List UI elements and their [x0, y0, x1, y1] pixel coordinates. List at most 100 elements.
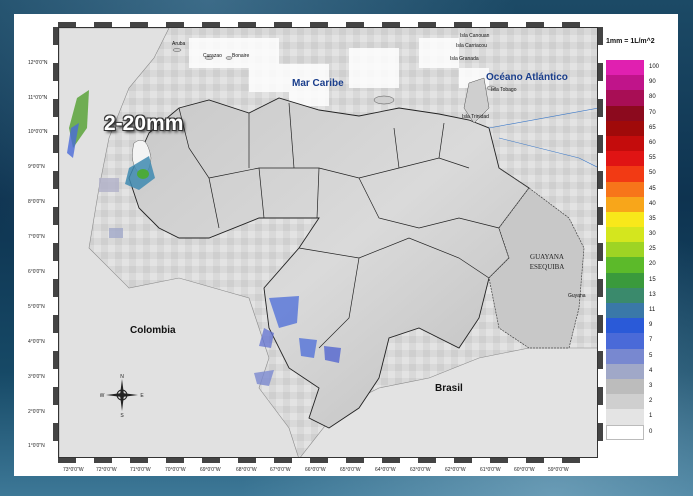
legend-item: 80	[606, 90, 656, 106]
legend-swatch	[606, 303, 644, 319]
lon-label: 64°0'0"W	[375, 467, 396, 473]
legend-value: 55	[649, 155, 656, 162]
legend-swatch	[606, 348, 644, 364]
lat-label: 8°0'0"N	[28, 199, 45, 205]
sea-caribbean: Mar Caribe	[292, 78, 344, 89]
legend-swatch	[606, 409, 644, 425]
legend-item: 30	[606, 227, 656, 243]
legend-item: 5	[606, 348, 652, 364]
legend-item: 25	[606, 242, 656, 258]
lat-label: 9°0'0"N	[28, 164, 45, 170]
lat-label: 10°0'0"N	[28, 129, 48, 135]
legend-item: 90	[606, 75, 656, 91]
legend-value: 1	[649, 413, 653, 420]
legend-value: 5	[649, 352, 653, 359]
place-bonaire: Bonaire	[232, 53, 250, 59]
lon-label: 59°0'0"W	[548, 467, 569, 473]
lat-label: 5°0'0"N	[28, 304, 45, 310]
legend-swatch	[606, 242, 644, 258]
legend-value: 7	[649, 337, 653, 344]
legend-swatch	[606, 318, 644, 334]
guayana-esequiba-label: GUAYANA ESEQUIBA	[517, 252, 577, 272]
legend-item: 70	[606, 105, 656, 121]
legend-swatch	[606, 272, 644, 288]
compass-e: E	[140, 393, 144, 399]
legend-swatch	[606, 196, 644, 212]
lon-label: 61°0'0"W	[480, 467, 501, 473]
lon-label: 60°0'0"W	[514, 467, 535, 473]
place-carriacou: Isla Carriacou	[456, 43, 487, 49]
legend-swatch	[606, 105, 644, 121]
lat-label: 6°0'0"N	[28, 269, 45, 275]
legend-swatch	[606, 135, 644, 152]
legend-value: 60	[649, 139, 656, 146]
legend-value: 2	[649, 398, 653, 405]
legend-item: 55	[606, 151, 656, 167]
legend-value: 70	[649, 109, 656, 116]
legend-swatch	[606, 333, 644, 349]
legend-item: 2	[606, 394, 652, 410]
legend-item: 7	[606, 333, 652, 349]
place-aruba: Aruba	[172, 41, 186, 47]
legend-value: 35	[649, 215, 656, 222]
country-brasil: Brasil	[435, 383, 463, 394]
legend-item: 100	[606, 60, 659, 76]
place-canouan: Isla Canouan	[460, 33, 490, 39]
lat-label: 3°0'0"N	[28, 374, 45, 380]
legend-swatch	[606, 287, 644, 303]
lon-label: 70°0'0"W	[165, 467, 186, 473]
lon-label: 67°0'0"W	[270, 467, 291, 473]
legend-value: 15	[649, 276, 656, 283]
legend-value: 3	[649, 382, 653, 389]
country-colombia: Colombia	[130, 325, 176, 336]
legend-item: 1	[606, 409, 652, 425]
lat-label: 4°0'0"N	[28, 339, 45, 345]
legend-value: 20	[649, 261, 656, 268]
legend-value: 45	[649, 185, 656, 192]
country-guyana: Guyana	[568, 293, 586, 299]
lat-label: 11°0'0"N	[28, 95, 48, 101]
legend-swatch	[606, 120, 644, 136]
legend-item: 65	[606, 120, 656, 136]
lon-label: 63°0'0"W	[410, 467, 431, 473]
lon-label: 62°0'0"W	[445, 467, 466, 473]
compass-rose-icon: N S E W	[100, 373, 145, 419]
legend-swatch	[606, 151, 644, 167]
legend-item: 9	[606, 318, 652, 334]
legend-item: 0	[606, 424, 652, 440]
legend-value: 40	[649, 200, 656, 207]
legend-value: 13	[649, 291, 656, 298]
legend-value: 100	[649, 64, 660, 70]
compass-n: N	[120, 374, 124, 380]
frame-ticks-bottom	[58, 458, 598, 463]
legend-value: 90	[649, 79, 656, 86]
legend-item: 15	[606, 272, 656, 288]
place-trinidad: Isla Trinidad	[462, 114, 489, 120]
legend-value: 50	[649, 170, 656, 177]
legend-swatch	[606, 227, 644, 243]
legend-value: 65	[649, 124, 656, 131]
legend-swatch	[606, 75, 644, 91]
lon-label: 69°0'0"W	[200, 467, 221, 473]
rain-range-label: 2-20mm	[104, 112, 184, 135]
legend-swatch	[606, 181, 644, 197]
sea-atlantic: Océano Atlántico	[486, 72, 568, 83]
lon-label: 71°0'0"W	[130, 467, 151, 473]
guayana-line1: GUAYANA	[530, 253, 564, 261]
lon-label: 65°0'0"W	[340, 467, 361, 473]
legend-title: 1mm = 1L/m^2	[606, 38, 655, 45]
legend-value: 4	[649, 367, 653, 374]
legend-swatch	[606, 166, 644, 182]
legend-item: 11	[606, 303, 655, 319]
legend-value: 11	[649, 307, 656, 313]
legend-swatch	[606, 257, 644, 273]
lat-label: 1°0'0"N	[28, 443, 45, 449]
legend-item: 3	[606, 378, 652, 395]
compass-w: W	[100, 393, 105, 399]
place-tobago: Isla Tobago	[491, 87, 517, 93]
lon-label: 73°0'0"W	[63, 467, 84, 473]
lat-label: 12°0'0"N	[28, 60, 48, 66]
legend-item: 50	[606, 166, 656, 182]
legend-swatch	[606, 424, 644, 440]
legend-item: 45	[606, 181, 656, 197]
